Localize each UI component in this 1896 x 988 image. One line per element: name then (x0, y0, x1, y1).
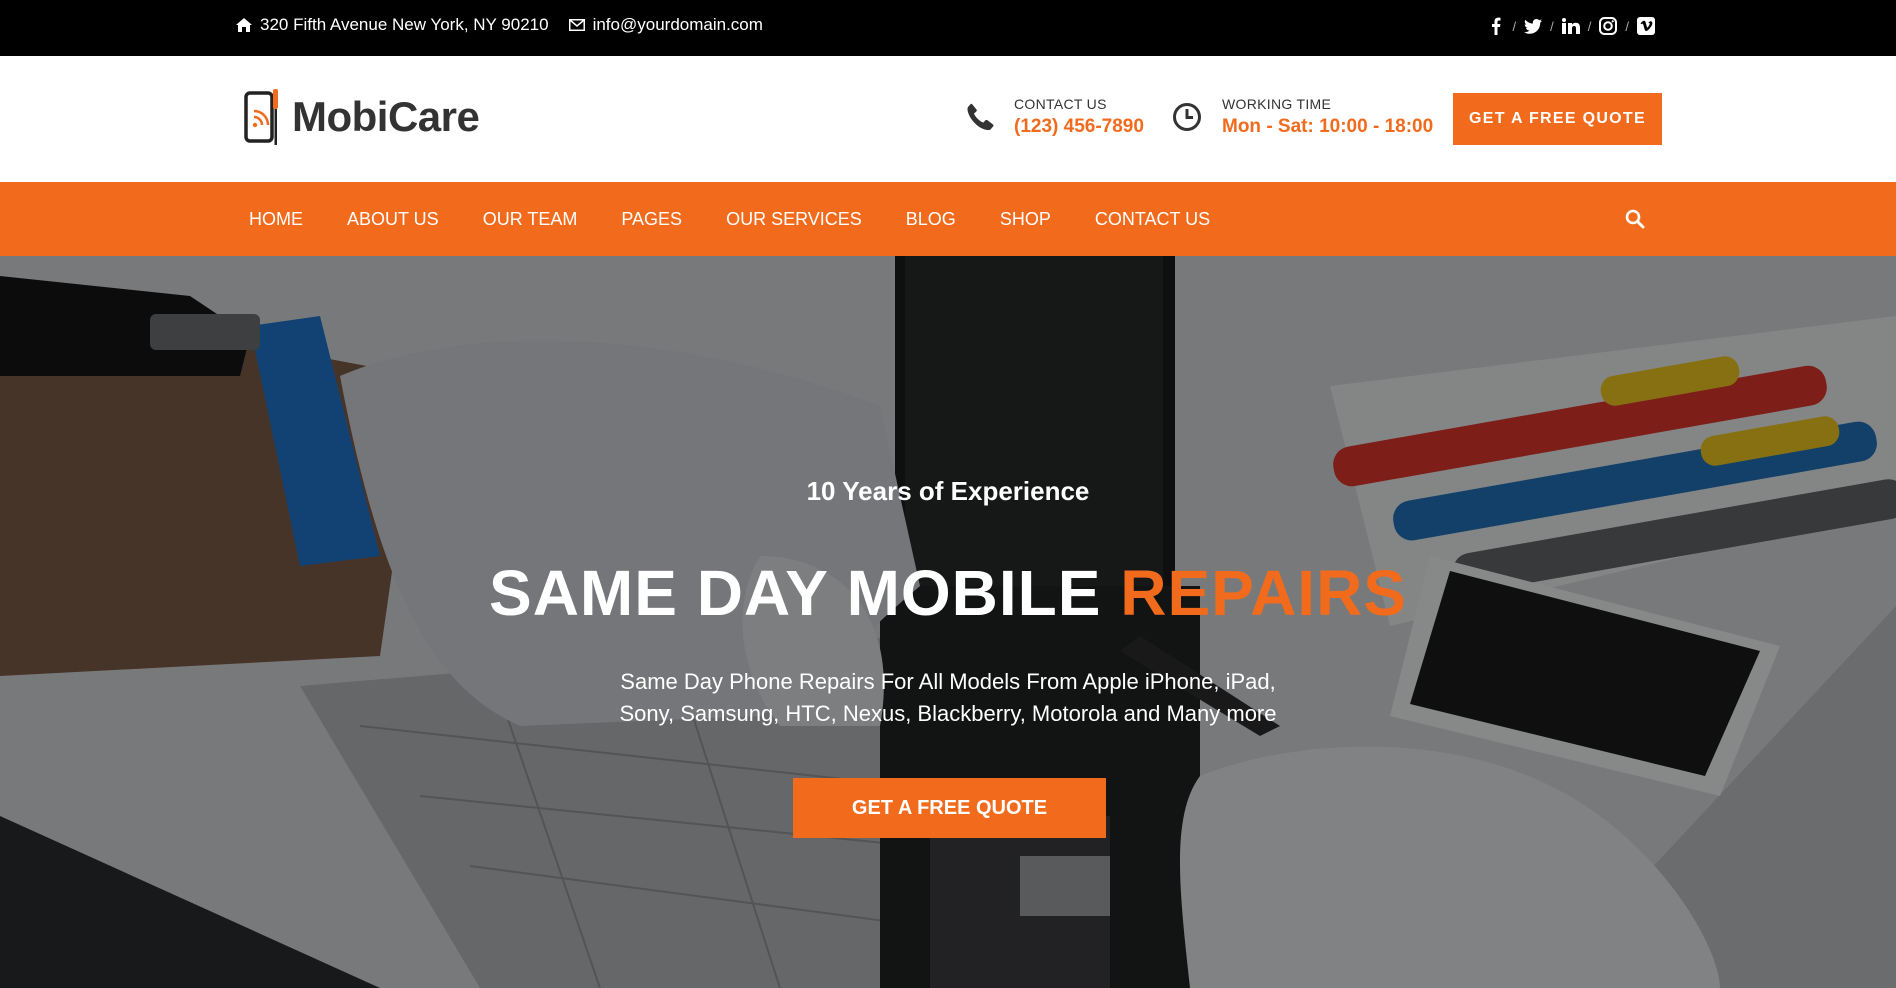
linkedin-icon[interactable] (1561, 16, 1581, 36)
email-text[interactable]: info@yourdomain.com (593, 15, 763, 35)
phone-repair-logo-icon (244, 87, 282, 147)
top-bar: 320 Fifth Avenue New York, NY 90210 info… (0, 0, 1896, 56)
top-contact-info: 320 Fifth Avenue New York, NY 90210 info… (236, 0, 783, 50)
hero-description: Same Day Phone Repairs For All Models Fr… (548, 666, 1348, 730)
nav-item-home[interactable]: HOME (249, 209, 303, 230)
facebook-icon[interactable] (1486, 16, 1506, 36)
hero-title: SAME DAY MOBILE REPAIRS (0, 556, 1896, 630)
nav-item-blog[interactable]: BLOG (906, 209, 956, 230)
hero-kicker: 10 Years of Experience (806, 476, 1090, 506)
nav-item-about-us[interactable]: ABOUT US (347, 209, 439, 230)
address-text: 320 Fifth Avenue New York, NY 90210 (260, 15, 549, 34)
contact-phone-block: CONTACT US (123) 456-7890 (966, 96, 1144, 138)
separator: / (1550, 18, 1554, 34)
nav-item-our-services[interactable]: OUR SERVICES (726, 209, 862, 230)
search-icon[interactable] (1625, 209, 1645, 234)
main-nav: HOME ABOUT US OUR TEAM PAGES OUR SERVICE… (0, 182, 1896, 256)
hero-banner: 10 Years of Experience SAME DAY MOBILE R… (0, 256, 1896, 988)
address-item: 320 Fifth Avenue New York, NY 90210 (236, 15, 549, 35)
working-time-label: WORKING TIME (1222, 96, 1332, 112)
hero-title-main: SAME DAY MOBILE (489, 557, 1121, 629)
contact-label: CONTACT US (1014, 96, 1107, 112)
vimeo-icon[interactable] (1636, 16, 1656, 36)
home-icon (236, 18, 252, 32)
hero-description-line-2: Sony, Samsung, HTC, Nexus, Blackberry, M… (619, 701, 1277, 726)
contact-phone-value[interactable]: (123) 456-7890 (1014, 116, 1144, 138)
hero-description-line-1: Same Day Phone Repairs For All Models Fr… (620, 669, 1276, 694)
twitter-icon[interactable] (1523, 16, 1543, 36)
working-time-block: WORKING TIME Mon - Sat: 10:00 - 18:00 (1172, 96, 1433, 138)
social-links: / / / / (1486, 0, 1657, 52)
nav-item-contact-us[interactable]: CONTACT US (1095, 209, 1210, 230)
separator: / (1587, 18, 1592, 34)
separator: / (1512, 18, 1517, 34)
site-header: MobiCare CONTACT US (123) 456-7890 WORKI… (0, 56, 1896, 182)
nav-menu: HOME ABOUT US OUR TEAM PAGES OUR SERVICE… (249, 182, 1254, 256)
instagram-icon[interactable] (1598, 16, 1618, 36)
hero-get-free-quote-button[interactable]: GET A FREE QUOTE (793, 778, 1106, 838)
separator: / (1625, 18, 1629, 34)
logo-text: MobiCare (292, 93, 480, 140)
logo[interactable]: MobiCare (244, 87, 480, 147)
nav-item-shop[interactable]: SHOP (1000, 209, 1051, 230)
phone-icon (966, 103, 994, 131)
nav-item-our-team[interactable]: OUR TEAM (483, 209, 578, 230)
hero-title-accent: REPAIRS (1120, 557, 1407, 629)
get-free-quote-button[interactable]: GET A FREE QUOTE (1453, 93, 1662, 145)
envelope-icon (568, 19, 585, 31)
email-item[interactable]: info@yourdomain.com (568, 15, 763, 35)
working-time-value: Mon - Sat: 10:00 - 18:00 (1222, 116, 1434, 137)
nav-item-pages[interactable]: PAGES (621, 209, 682, 230)
clock-icon (1172, 102, 1202, 132)
